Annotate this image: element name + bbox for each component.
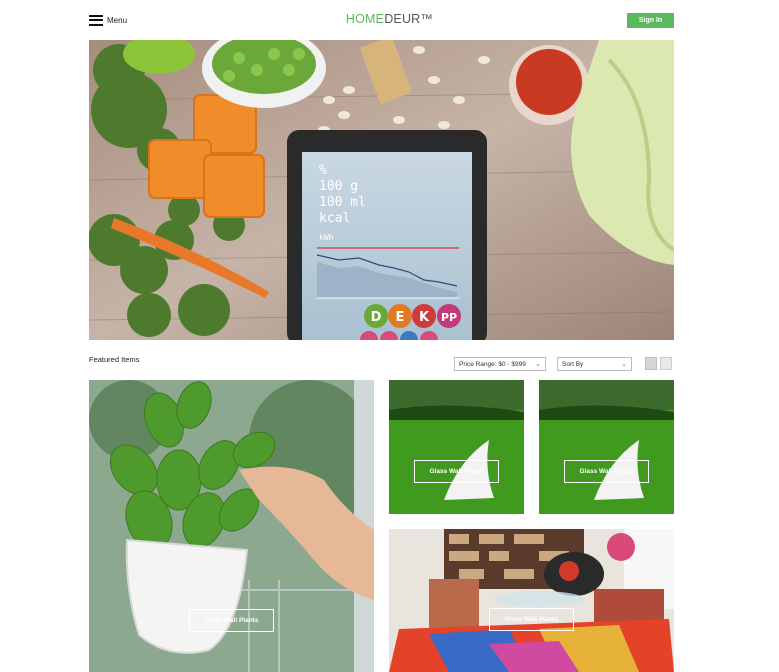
- logo-home: HOME: [345, 12, 385, 26]
- featured-items-heading: Featured Items: [89, 355, 140, 364]
- vitamin-pp: PP: [441, 311, 457, 324]
- sort-by-value: Sort By: [562, 360, 584, 368]
- vitamin-e: E: [396, 310, 405, 325]
- item-label-button[interactable]: Glass Wall Plants: [489, 608, 574, 631]
- product-tile[interactable]: Glass Wall Plants: [89, 380, 374, 672]
- price-range-value: Price Range: $0 - $999: [459, 360, 526, 368]
- product-tile[interactable]: Glass Wall Plants: [389, 380, 524, 514]
- price-range-select[interactable]: Price Range: $0 - $999 ⌄: [454, 357, 546, 371]
- sign-in-button[interactable]: Sign In: [627, 13, 674, 28]
- sort-by-select[interactable]: Sort By ⌄: [557, 357, 632, 371]
- tablet-line-4: kcal: [319, 211, 350, 226]
- tablet-line-2: 100 g: [319, 179, 358, 194]
- logo-deur: DEUR™: [384, 12, 434, 26]
- chevron-down-icon: ⌄: [621, 361, 627, 368]
- vitamin-d: D: [371, 310, 382, 325]
- product-tile[interactable]: Glass Wall Plants: [539, 380, 674, 514]
- product-tile[interactable]: Glass Wall Plants: [389, 529, 674, 672]
- vitamin-k: K: [419, 310, 430, 325]
- hero-image: % 100 g 100 ml kcal kWh D E K PP: [89, 40, 674, 340]
- list-view-icon[interactable]: [660, 357, 672, 370]
- item-label-button[interactable]: Glass Wall Plants: [414, 460, 499, 483]
- grid-view-icon[interactable]: [645, 357, 657, 370]
- chevron-down-icon: ⌄: [535, 361, 541, 368]
- tablet-chart-label: kWh: [319, 233, 334, 242]
- item-label-button[interactable]: Glass Wall Plants: [564, 460, 649, 483]
- item-label-button[interactable]: Glass Wall Plants: [189, 609, 274, 632]
- tablet-line-3: 100 ml: [319, 195, 366, 210]
- tablet-line-1: %: [319, 163, 327, 178]
